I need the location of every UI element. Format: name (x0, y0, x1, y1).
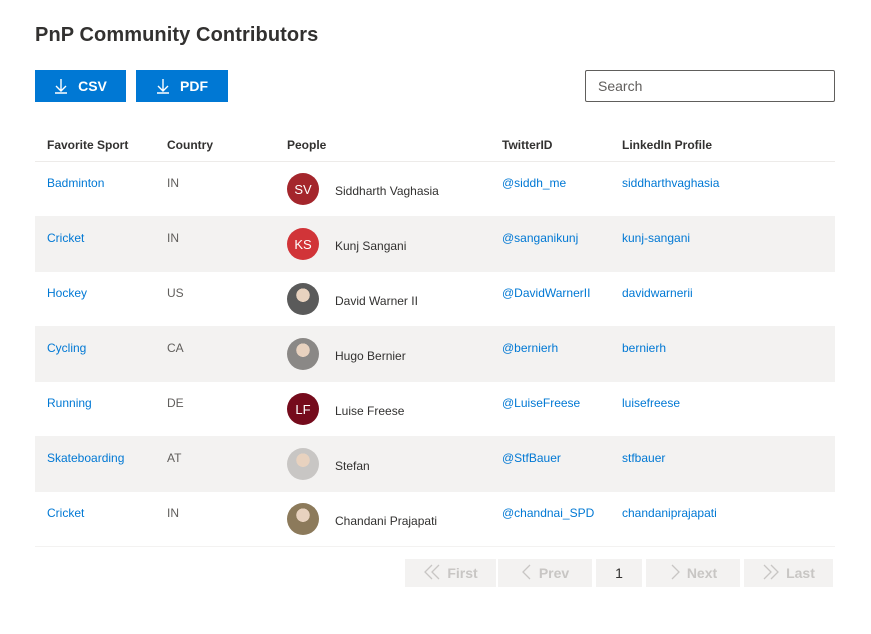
linkedin-link[interactable]: luisefreese (610, 382, 835, 436)
linkedin-link[interactable]: davidwarnerii (610, 272, 835, 326)
avatar (287, 338, 319, 370)
chevron-left-icon (521, 564, 533, 583)
column-header-linkedin-profile[interactable]: LinkedIn Profile (610, 138, 835, 152)
twitter-link[interactable]: @LuiseFreese (490, 382, 610, 436)
pagination-prev-label: Prev (538, 565, 570, 581)
country-cell: CA (167, 341, 184, 355)
twitter-link[interactable]: @StfBauer (490, 437, 610, 491)
country-cell: IN (167, 231, 179, 245)
export-pdf-button[interactable]: PDF (136, 70, 228, 102)
export-pdf-label: PDF (180, 78, 208, 94)
search-input[interactable] (585, 70, 835, 102)
sport-link[interactable]: Cycling (35, 327, 155, 381)
pagination-page-1[interactable]: 1 (596, 559, 642, 587)
table-row[interactable]: Skateboarding AT Stefan @StfBauer stfbauer (35, 437, 835, 492)
people-cell: LF Luise Freese (275, 382, 490, 436)
country-cell: US (167, 286, 184, 300)
people-cell: Stefan (275, 437, 490, 491)
pagination-next-label: Next (686, 565, 718, 581)
person-name: Stefan (335, 459, 370, 473)
twitter-link[interactable]: @sanganikunj (490, 217, 610, 271)
people-cell: SV Siddharth Vaghasia (275, 162, 490, 216)
linkedin-link[interactable]: kunj-sangani (610, 217, 835, 271)
linkedin-link[interactable]: chandaniprajapati (610, 492, 835, 546)
avatar (287, 503, 319, 535)
avatar: LF (287, 393, 319, 425)
sport-link[interactable]: Hockey (35, 272, 155, 326)
country-cell: DE (167, 396, 184, 410)
double-chevron-left-icon (423, 564, 441, 583)
table-row[interactable]: Cycling CA Hugo Bernier @bernierh bernierh (35, 327, 835, 382)
country-cell: IN (167, 506, 179, 520)
people-cell: Chandani Prajapati (275, 492, 490, 546)
column-header-favorite-sport[interactable]: Favorite Sport (35, 138, 155, 152)
pagination-first-label: First (447, 565, 478, 581)
people-cell: Hugo Bernier (275, 327, 490, 381)
linkedin-link[interactable]: stfbauer (610, 437, 835, 491)
download-icon (156, 78, 170, 94)
linkedin-link[interactable]: bernierh (610, 327, 835, 381)
person-name: Chandani Prajapati (335, 514, 438, 528)
table-row[interactable]: Cricket IN KS Kunj Sangani @sanganikunj kunj-… (35, 217, 835, 272)
table-row[interactable]: Cricket IN Chandani Prajapati @chandnai_SPD… (35, 492, 835, 547)
table-row[interactable]: Badminton IN SV Siddharth Vaghasia @siddh_me… (35, 162, 835, 217)
country-cell: AT (167, 451, 182, 465)
page-title: PnP Community Contributors (35, 24, 319, 46)
linkedin-link[interactable]: siddharthvaghasia (610, 162, 835, 216)
table-header: Favorite Sport Country People TwitterID … (35, 128, 835, 162)
pagination-last-label: Last (786, 565, 815, 581)
twitter-link[interactable]: @DavidWarnerII (490, 272, 610, 326)
export-csv-button[interactable]: CSV (35, 70, 126, 102)
avatar (287, 448, 319, 480)
avatar: SV (287, 173, 319, 205)
person-name: David Warner II (335, 294, 418, 308)
double-chevron-right-icon (762, 564, 780, 583)
sport-link[interactable]: Badminton (35, 162, 155, 216)
avatar (287, 283, 319, 315)
twitter-link[interactable]: @siddh_me (490, 162, 610, 216)
sport-link[interactable]: Cricket (35, 492, 155, 546)
sport-link[interactable]: Running (35, 382, 155, 436)
pagination-first-button[interactable]: First (405, 559, 496, 587)
chevron-right-icon (669, 564, 681, 583)
country-cell: IN (167, 176, 179, 190)
contributors-table: Favorite Sport Country People TwitterID … (35, 128, 835, 547)
pagination-next-button[interactable]: Next (646, 559, 740, 587)
column-header-people[interactable]: People (275, 138, 490, 152)
people-cell: David Warner II (275, 272, 490, 326)
table-row[interactable]: Hockey US David Warner II @DavidWarnerII dav… (35, 272, 835, 327)
person-name: Siddharth Vaghasia (335, 184, 439, 198)
pagination-prev-button[interactable]: Prev (498, 559, 592, 587)
column-header-twitterid[interactable]: TwitterID (490, 138, 610, 152)
sport-link[interactable]: Cricket (35, 217, 155, 271)
person-name: Hugo Bernier (335, 349, 406, 363)
avatar: KS (287, 228, 319, 260)
person-name: Luise Freese (335, 404, 405, 418)
table-row[interactable]: Running DE LF Luise Freese @LuiseFreese luise… (35, 382, 835, 437)
pagination-last-button[interactable]: Last (744, 559, 833, 587)
twitter-link[interactable]: @chandnai_SPD (490, 492, 610, 546)
people-cell: KS Kunj Sangani (275, 217, 490, 271)
column-header-country[interactable]: Country (155, 138, 275, 152)
download-icon (54, 78, 68, 94)
sport-link[interactable]: Skateboarding (35, 437, 155, 491)
person-name: Kunj Sangani (335, 239, 407, 253)
twitter-link[interactable]: @bernierh (490, 327, 610, 381)
export-csv-label: CSV (78, 78, 107, 94)
